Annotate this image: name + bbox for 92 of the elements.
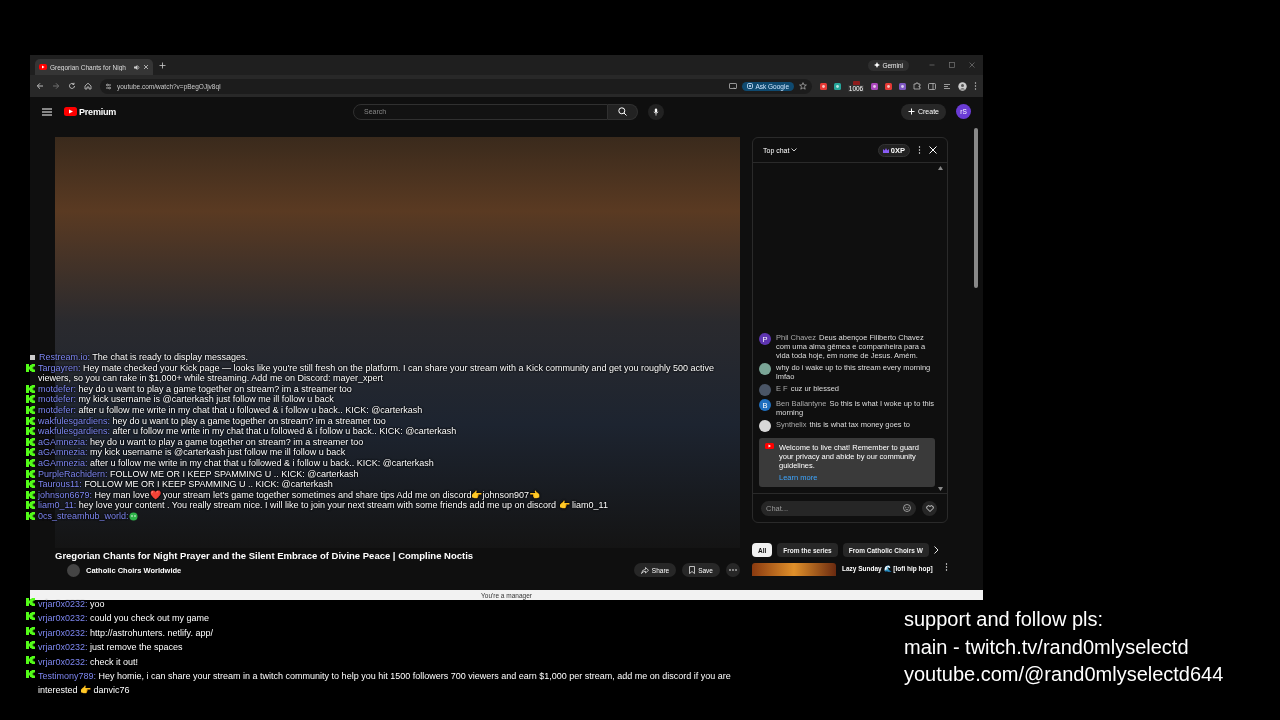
platform-logo-icon xyxy=(26,469,35,478)
extension-icon[interactable] xyxy=(885,82,892,90)
platform-logo-icon xyxy=(26,437,35,446)
heart-button[interactable] xyxy=(922,500,937,516)
heart-icon xyxy=(925,504,934,512)
bullet-icon xyxy=(30,355,35,360)
back-icon[interactable] xyxy=(36,82,44,90)
platform-logo-icon xyxy=(26,480,35,489)
chat-message: wakfulesgardiens: hey do u want to play a game together on stream? im a streamer too xyxy=(38,415,387,427)
chat-message: vrjar0x0232: http://astrohunters. netlify. app/ xyxy=(38,626,214,640)
overlay-text: main - twitch.tv/rand0mlyselectd xyxy=(904,634,1190,660)
microphone-button[interactable] xyxy=(648,103,665,120)
chat-message: PurpleRachidern: FOLLOW ME OR I KEEP SPAMMING U .. KICK: @carterkash xyxy=(38,468,360,480)
emoji-icon[interactable] xyxy=(903,504,911,512)
platform-logo-icon xyxy=(26,363,35,372)
bookmark-icon xyxy=(689,566,696,574)
platform-logo-icon xyxy=(26,670,35,679)
speaker-icon[interactable] xyxy=(133,63,140,71)
scrollbar-thumb[interactable] xyxy=(974,128,978,288)
platform-logo-icon xyxy=(26,598,35,606)
platform-logo-icon xyxy=(26,641,35,650)
reload-icon[interactable] xyxy=(68,82,76,90)
extension-icon[interactable] xyxy=(871,82,878,90)
chevron-right-icon[interactable] xyxy=(933,546,939,554)
platform-logo-icon xyxy=(26,490,35,499)
chat-message: liam0_11: hey love your content . You really stream nice. I will like to join your next stream with some friends add me up on discord 👉 liam0_11 xyxy=(38,500,609,511)
overlay-text: support and follow pls: xyxy=(904,607,1104,632)
kebab-menu-icon[interactable] xyxy=(945,563,948,571)
platform-logo-icon xyxy=(26,655,35,664)
platform-logo-icon xyxy=(26,458,35,467)
puzzle-icon[interactable] xyxy=(913,82,921,90)
platform-logo-icon xyxy=(26,395,35,404)
chat-message: aGAmnezia: my kick username is @carterkash just follow me ill follow u back xyxy=(38,447,347,458)
search-icon xyxy=(618,107,628,116)
star-icon[interactable] xyxy=(799,82,807,90)
chat-message: Restream.io: The chat is ready to display messages. xyxy=(39,352,249,363)
more-button[interactable] xyxy=(726,563,740,577)
menu-icon[interactable] xyxy=(42,107,52,116)
emote-icon xyxy=(128,511,138,521)
play-logo-icon xyxy=(64,107,77,116)
kebab-menu-icon[interactable] xyxy=(918,146,921,154)
overlay-text: youtube.com/@rand0mlyselectd644 xyxy=(904,662,1224,687)
extension-icon[interactable] xyxy=(820,82,827,90)
sidebar-icon[interactable] xyxy=(928,82,936,90)
site-icon xyxy=(39,63,47,71)
share-icon xyxy=(640,566,649,574)
new-tab-icon[interactable] xyxy=(159,61,166,69)
play-logo-icon xyxy=(765,443,774,449)
platform-logo-icon xyxy=(26,511,35,520)
chat-message: Taurous11: FOLLOW ME OR I KEEP SPAMMING U .. KICK: @carterkash xyxy=(38,479,334,490)
logo-text: Premium xyxy=(79,106,117,117)
sparkle-icon xyxy=(874,62,881,68)
home-icon[interactable] xyxy=(84,82,92,90)
chat-message: aGAmnezia: hey do u want to play a game together on stream? im a streamer too xyxy=(38,436,365,448)
scroll-down-icon[interactable] xyxy=(938,487,943,491)
search-button[interactable] xyxy=(608,103,639,120)
platform-logo-icon xyxy=(26,416,35,425)
microphone-icon xyxy=(653,107,660,116)
scroll-up-icon[interactable] xyxy=(938,166,943,170)
chat-message: motdefer: my kick username is @carterkash just follow me ill follow u back xyxy=(38,394,335,405)
plus-icon xyxy=(907,108,915,115)
profile-icon[interactable] xyxy=(958,81,967,91)
platform-logo-icon xyxy=(26,501,35,510)
chat-message: motdefer: hey do u want to play a game together on stream? im a streamer too xyxy=(38,383,353,395)
chat-username: 0cs_streamhub_world: xyxy=(38,510,129,522)
chevron-down-icon xyxy=(791,148,798,152)
platform-logo-icon xyxy=(26,427,35,436)
chat-message: vrjar0x0232: could you check out my game xyxy=(38,612,211,626)
user-avatar[interactable] xyxy=(759,420,771,432)
chat-message: vrjar0x0232: just remove the spaces xyxy=(38,641,184,655)
platform-logo-icon xyxy=(26,612,35,621)
video-title: Gregorian Chants for Night Prayer and the Silent Embrace of Divine Peace | Compline Noctis xyxy=(55,550,475,561)
user-avatar[interactable] xyxy=(759,363,771,375)
chat-message: motdefer: after u follow me write in my chat that u followed & i follow u back.. KICK: @carterkash xyxy=(38,404,424,416)
extension-icon[interactable] xyxy=(899,82,906,90)
chat-message: Testimony789: Hey homie, i can share your stream in a twitch community to help you hit 1500 followers 700 viewers and earn $1,000 per stream, add me on discord if you are interested 👉 danvic76 xyxy=(38,670,732,698)
maximize-icon[interactable] xyxy=(949,62,955,68)
lens-icon xyxy=(747,83,754,89)
cast-icon[interactable] xyxy=(729,82,738,90)
kebab-menu-icon[interactable] xyxy=(974,82,977,90)
chat-message: vrjar0x0232: check it out! xyxy=(38,655,140,669)
chat-message: aGAmnezia: after u follow me write in my chat that u followed & i follow u back.. KICK: @carterkash xyxy=(38,457,435,469)
platform-logo-icon xyxy=(26,626,35,635)
list-icon[interactable] xyxy=(943,82,951,90)
platform-logo-icon xyxy=(26,384,35,393)
crown-icon xyxy=(882,147,889,153)
platform-logo-icon xyxy=(26,405,35,414)
platform-logo-icon xyxy=(26,448,35,457)
chat-message: wakfulesgardiens: after u follow me write in my chat that u followed & i follow u back.. KICK: @carterkash xyxy=(38,426,458,437)
extension-icon[interactable] xyxy=(834,82,841,90)
chat-message: johnson6679: Hey man love❤ your stream let's game together sometimes and share tips Add me on discord👉johnson907👈 xyxy=(38,489,541,501)
site-settings-icon xyxy=(105,82,112,90)
